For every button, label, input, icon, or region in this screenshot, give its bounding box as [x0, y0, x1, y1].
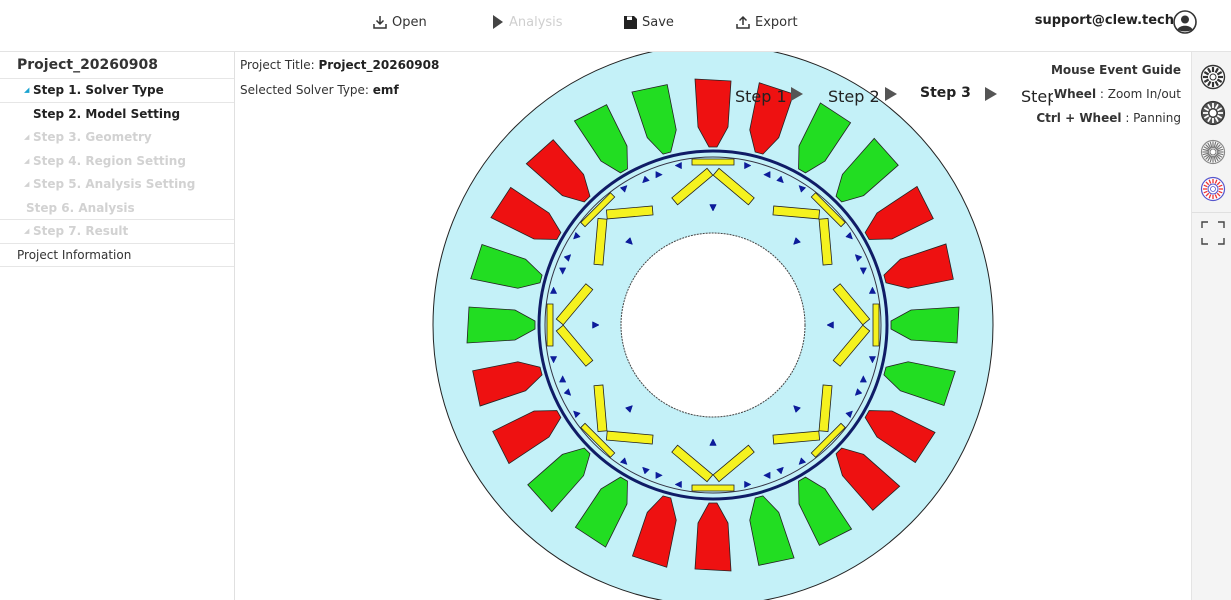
step-navigator: Step 1 Step 2 Step 3 Step 4 — [733, 82, 1053, 106]
stepper-step1[interactable]: Step 1 — [735, 87, 787, 106]
expand-triangle-icon: ◢ — [24, 133, 30, 142]
sidebar-project-name[interactable]: Project_20260908 — [0, 52, 234, 79]
field-view-icon[interactable] — [1200, 176, 1226, 202]
sidebar-item-project-information[interactable]: Project Information — [0, 244, 234, 267]
guide-wheel-key: Wheel — [1053, 87, 1097, 101]
project-title-label: Project Title: — [240, 58, 315, 72]
expand-triangle-icon: ◢ — [24, 227, 30, 236]
sidebar-item-step7: ◢ Step 7. Result — [0, 220, 234, 244]
solver-type-line: Selected Solver Type: emf — [240, 83, 399, 97]
shaft-hole — [620, 232, 806, 418]
sidebar-item-step2[interactable]: Step 2. Model Setting — [0, 103, 234, 127]
sidebar-item-label: Step 7. Result — [33, 224, 129, 239]
stepper-arrow-icon — [985, 87, 997, 101]
open-label: Open — [392, 14, 427, 30]
expand-triangle-icon: ◢ — [24, 86, 30, 95]
sidebar-item-label: Step 3. Geometry — [33, 130, 152, 145]
sidebar-item-label: Step 6. Analysis — [26, 200, 135, 215]
stator-view-icon[interactable] — [1200, 64, 1226, 90]
sidebar-item-label: Step 1. Solver Type — [33, 83, 164, 98]
sidebar: Project_20260908 ◢ Step 1. Solver Type S… — [0, 52, 235, 600]
project-title-line: Project Title: Project_20260908 — [240, 58, 439, 72]
rotor-magnet-center — [872, 303, 880, 347]
project-title-value: Project_20260908 — [318, 58, 440, 72]
top-toolbar: Open Analysis Save Export support@clew.t… — [0, 0, 1231, 52]
export-label: Export — [755, 14, 798, 30]
user-avatar-icon[interactable] — [1173, 10, 1197, 34]
sidebar-item-step6: Step 6. Analysis — [0, 197, 234, 220]
guide-title: Mouse Event Guide — [1050, 63, 1181, 77]
expand-triangle-icon: ◢ — [24, 180, 30, 189]
sidebar-item-step3: ◢ Step 3. Geometry — [0, 126, 234, 150]
export-button[interactable]: Export — [735, 12, 798, 32]
guide-ctrl-action: : Panning — [1125, 111, 1181, 125]
main-canvas[interactable]: Project Title: Project_20260908 Selected… — [235, 52, 1191, 600]
analysis-label: Analysis — [509, 14, 563, 30]
sidebar-item-label: Step 5. Analysis Setting — [33, 177, 196, 192]
rotor-magnet-center — [691, 484, 735, 492]
solver-type-value: emf — [372, 83, 399, 97]
play-icon — [493, 15, 503, 29]
stepper-step3-current[interactable]: Step 3 — [920, 85, 971, 101]
stepper-arrow-icon — [885, 87, 897, 101]
stepper-step2[interactable]: Step 2 — [828, 87, 880, 106]
guide-wheel-line: Wheel : Zoom In/out — [1036, 82, 1181, 106]
mesh-view-icon[interactable] — [1200, 139, 1226, 165]
save-icon — [624, 15, 637, 29]
mouse-event-guide: Mouse Event Guide Wheel : Zoom In/out Ct… — [1036, 58, 1181, 130]
guide-ctrl-key: Ctrl + Wheel — [1036, 111, 1122, 125]
sidebar-item-label: Step 4. Region Setting — [33, 153, 186, 168]
stepper-arrow-icon — [791, 87, 803, 101]
motor-geometry[interactable] — [235, 52, 1191, 600]
solver-type-label: Selected Solver Type: — [240, 83, 369, 97]
user-email[interactable]: support@clew.tech — [1035, 13, 1174, 28]
expand-triangle-icon: ◢ — [24, 156, 30, 165]
upload-icon — [736, 15, 750, 29]
download-icon — [373, 16, 387, 29]
rotor-magnet-center — [546, 303, 554, 347]
right-view-toolbar — [1191, 52, 1231, 600]
guide-wheel-action: : Zoom In/out — [1099, 87, 1181, 101]
analysis-button[interactable]: Analysis — [491, 12, 563, 32]
sidebar-item-step4: ◢ Step 4. Region Setting — [0, 150, 234, 174]
guide-ctrl-line: Ctrl + Wheel : Panning — [1036, 106, 1181, 130]
rotor-magnet-center — [691, 158, 735, 166]
rotor-view-icon[interactable] — [1200, 100, 1226, 126]
save-button[interactable]: Save — [623, 12, 674, 32]
sidebar-item-step1[interactable]: ◢ Step 1. Solver Type — [0, 79, 234, 103]
sidebar-item-label: Step 2. Model Setting — [33, 106, 181, 121]
save-label: Save — [642, 14, 674, 30]
open-button[interactable]: Open — [372, 12, 427, 32]
toolbar-divider — [1192, 212, 1231, 213]
sidebar-item-step5: ◢ Step 5. Analysis Setting — [0, 173, 234, 197]
fit-screen-icon[interactable] — [1200, 220, 1226, 246]
